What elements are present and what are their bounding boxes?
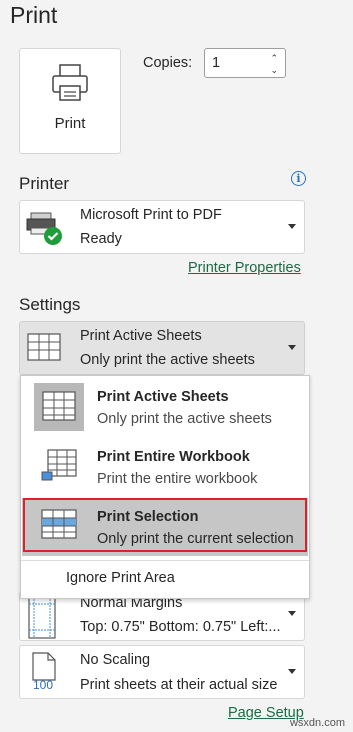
scaling-title: No Scaling bbox=[80, 652, 151, 668]
scaling-desc: Print sheets at their actual size bbox=[80, 677, 278, 693]
decrement-icon[interactable]: ⌄ bbox=[270, 66, 278, 75]
printer-properties-link[interactable]: Printer Properties bbox=[188, 260, 301, 276]
chevron-down-icon bbox=[288, 611, 296, 616]
sheets-icon bbox=[25, 332, 63, 369]
scaling-dropdown[interactable]: 100 No Scaling Print sheets at their act… bbox=[19, 645, 305, 699]
chevron-down-icon bbox=[288, 224, 296, 229]
chevron-down-icon bbox=[288, 669, 296, 674]
print-button-label: Print bbox=[54, 115, 86, 132]
menu-item-title: Print Entire Workbook bbox=[97, 449, 250, 465]
print-what-dropdown[interactable]: Print Active Sheets Only print the activ… bbox=[19, 321, 305, 375]
info-icon[interactable]: i bbox=[291, 171, 306, 186]
workbook-icon bbox=[40, 448, 78, 489]
margins-desc: Top: 0.75" Bottom: 0.75" Left:... bbox=[80, 619, 281, 635]
menu-item-title: Print Active Sheets bbox=[97, 389, 229, 405]
printer-dropdown[interactable]: Microsoft Print to PDF Ready bbox=[19, 200, 305, 254]
page-title: Print bbox=[10, 2, 58, 28]
watermark: wsxdn.com bbox=[289, 717, 345, 729]
ignore-print-area-option[interactable]: Ignore Print Area bbox=[66, 570, 175, 586]
printer-ready-icon bbox=[25, 210, 65, 253]
menu-divider bbox=[21, 560, 309, 561]
selected-setting-title: Print Active Sheets bbox=[80, 328, 202, 344]
print-button[interactable]: Print bbox=[19, 48, 121, 154]
selected-setting-desc: Only print the active sheets bbox=[80, 352, 255, 368]
menu-item-print-active-sheets[interactable]: Print Active Sheets Only print the activ… bbox=[22, 378, 308, 436]
copies-spinner[interactable]: 1 ⌃ ⌄ bbox=[204, 48, 286, 78]
selection-highlight bbox=[23, 498, 307, 552]
printer-status: Ready bbox=[80, 231, 122, 247]
menu-item-print-entire-workbook[interactable]: Print Entire Workbook Print the entire w… bbox=[22, 438, 308, 496]
printer-icon bbox=[51, 63, 89, 108]
printer-heading: Printer bbox=[19, 174, 70, 193]
print-what-menu: Print Active Sheets Only print the activ… bbox=[20, 375, 310, 599]
increment-icon[interactable]: ⌃ bbox=[270, 54, 278, 63]
copies-value[interactable]: 1 bbox=[212, 55, 220, 71]
menu-item-desc: Only print the active sheets bbox=[97, 411, 272, 427]
settings-heading: Settings bbox=[19, 295, 81, 314]
copies-label: Copies: bbox=[143, 55, 193, 71]
printer-name: Microsoft Print to PDF bbox=[80, 207, 222, 223]
chevron-down-icon bbox=[288, 345, 296, 350]
menu-item-desc: Print the entire workbook bbox=[97, 471, 258, 487]
margins-icon bbox=[25, 595, 59, 645]
scaling-icon-text: 100 bbox=[33, 678, 54, 692]
sheets-icon bbox=[40, 390, 78, 429]
